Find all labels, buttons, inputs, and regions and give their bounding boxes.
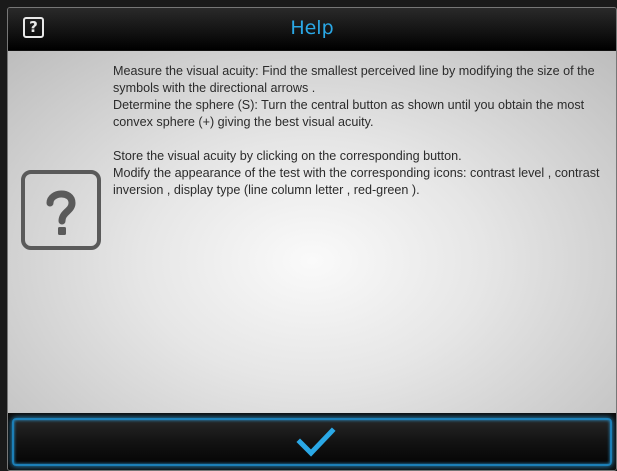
help-text: Measure the visual acuity: Find the smal… [113,63,613,199]
help-content: Measure the visual acuity: Find the smal… [8,51,616,413]
dialog-title: Help [290,17,334,39]
help-paragraph-store: Store the visual acuity by clicking on t… [113,149,462,163]
help-paragraph-sphere: Determine the sphere (S): Turn the centr… [113,98,585,129]
help-dialog: ? Help Measure the visual acuity: Find t… [7,7,617,471]
footer-bar [8,413,616,470]
help-paragraph-appearance: Modify the appearance of the test with t… [113,166,600,197]
checkmark-icon [296,427,336,457]
help-paragraph-acuity: Measure the visual acuity: Find the smal… [113,64,595,95]
question-mark-icon [21,170,101,250]
confirm-button[interactable] [12,418,612,466]
title-bar: ? Help [8,8,616,50]
